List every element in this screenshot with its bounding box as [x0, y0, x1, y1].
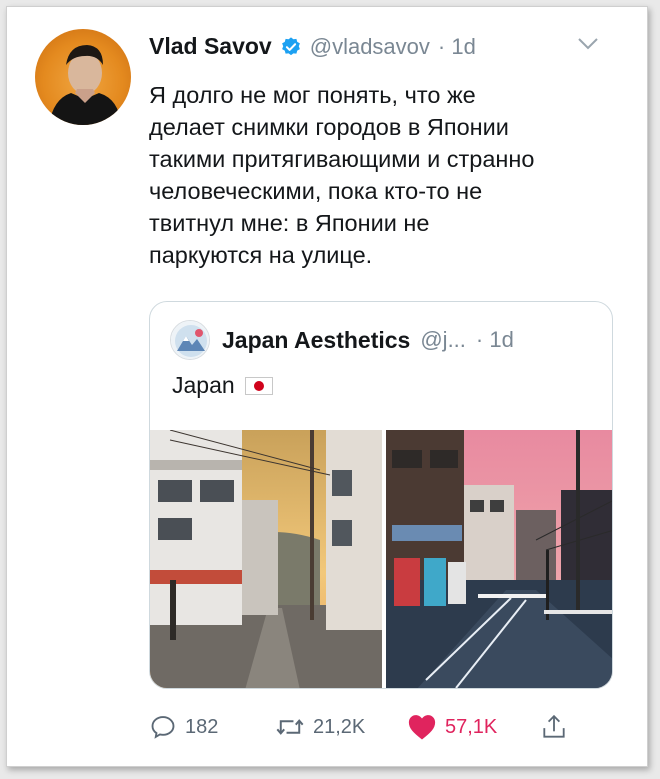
author-handle[interactable]: @vladsavov	[310, 34, 430, 60]
tweet-actions: 182 21,2K 57,1K	[149, 713, 589, 747]
tweet-time[interactable]: · 1d	[438, 34, 476, 60]
retweet-button[interactable]: 21,2K	[275, 713, 365, 741]
quoted-avatar[interactable]	[170, 320, 210, 360]
share-button[interactable]	[541, 713, 575, 741]
author-name[interactable]: Vlad Savov	[149, 33, 272, 60]
tweet-text-line: такими притягивающими и странно	[149, 146, 535, 172]
retweet-count: 21,2K	[313, 715, 366, 738]
like-button[interactable]: 57,1K	[407, 713, 497, 741]
verified-badge-icon	[281, 36, 300, 55]
quoted-tweet[interactable]: Japan Aesthetics @j... · 1d Japan	[149, 301, 613, 689]
quoted-author-name[interactable]: Japan Aesthetics	[222, 327, 410, 354]
quoted-text-row: Japan	[172, 372, 273, 399]
tweet-text-line: делает снимки городов в Японии	[149, 114, 509, 140]
share-icon	[543, 714, 565, 738]
photo-street-sunset[interactable]	[150, 430, 382, 688]
japan-flag-icon	[244, 376, 273, 395]
quoted-media	[150, 430, 612, 688]
heart-icon	[408, 715, 436, 740]
quoted-header: Japan Aesthetics @j... · 1d	[170, 320, 514, 360]
quoted-text: Japan	[172, 372, 235, 398]
tweet-text: Я долго не мог понять, что же делает сни…	[149, 79, 619, 271]
quoted-time[interactable]: · 1d	[476, 327, 514, 353]
tweet-text-line: твитнул мне: в Японии не	[149, 210, 430, 236]
photo-street-night[interactable]	[386, 430, 612, 688]
tweet-text-line: человеческими, пока кто-то не	[149, 178, 483, 204]
retweet-icon	[276, 719, 304, 735]
reply-icon	[151, 716, 175, 739]
tweet-card: Vlad Savov @vladsavov · 1d Я долго не мо…	[6, 6, 648, 767]
author-avatar[interactable]	[35, 29, 131, 125]
tweet-text-line: Я долго не мог понять, что же	[149, 82, 476, 108]
tweet-header: Vlad Savov @vladsavov · 1d	[149, 33, 476, 60]
chevron-down-icon[interactable]	[577, 37, 599, 51]
tweet-text-line: паркуются на улице.	[149, 242, 373, 268]
quoted-author-handle[interactable]: @j...	[420, 327, 466, 353]
reply-button[interactable]: 182	[149, 713, 218, 741]
like-count: 57,1K	[445, 715, 498, 738]
reply-count: 182	[185, 715, 219, 738]
